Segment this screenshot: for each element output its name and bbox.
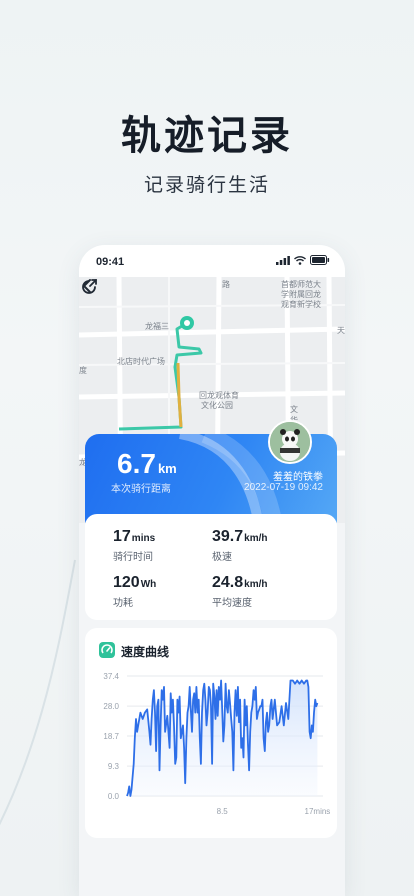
x-tick-label: 17mins (305, 807, 331, 816)
speed-chart-card: 速度曲线 0.0 9.3 18.7 28.0 37.4 8.5 17mins (85, 628, 337, 838)
y-tick-label: 28.0 (103, 702, 119, 711)
speedometer-icon (99, 642, 115, 658)
ride-distance: 6.7 km (117, 448, 177, 480)
wifi-icon (294, 255, 306, 265)
map-label: 文化公园 (201, 401, 233, 410)
avatar[interactable] (268, 420, 312, 464)
stat-unit: Wh (140, 579, 157, 590)
map-label: 观育新学校 (281, 300, 321, 309)
battery-icon (310, 255, 330, 265)
map-label: 度 (79, 366, 87, 375)
y-tick-label: 9.3 (108, 762, 120, 771)
stat-value: 24.8 (212, 574, 244, 591)
status-time: 09:41 (96, 256, 125, 268)
signal-icon (276, 255, 290, 265)
stat-value: 17 (113, 528, 131, 545)
stat-avg-speed: 24.8km/h 平均速度 (212, 574, 267, 609)
user-name: 羞羞的铁拳 (273, 472, 323, 483)
chart-title: 速度曲线 (121, 645, 170, 659)
map-label: 北店时代广场 (117, 357, 165, 366)
phone-mockup: 09:41 路 首都师范大 学附属回龙 观育新学校 龙福三 北店时代广场 度 回… (79, 245, 345, 896)
status-icons (276, 255, 330, 265)
stat-unit: mins (131, 533, 156, 544)
stat-value: 39.7 (212, 528, 244, 545)
stat-label: 骑行时间 (113, 552, 153, 563)
distance-value: 6.7 (117, 448, 156, 479)
stat-energy: 120Wh 功耗 (113, 574, 156, 609)
map-label: 龙福三 (145, 322, 169, 331)
stat-label: 平均速度 (212, 598, 252, 609)
map-label: 路 (222, 280, 230, 289)
map-label: 天 (337, 326, 345, 335)
y-tick-label: 18.7 (103, 732, 119, 741)
ride-datetime: 2022-07-19 09:42 (244, 482, 323, 493)
stat-unit: km/h (244, 533, 268, 544)
distance-label: 本次骑行距离 (111, 484, 171, 495)
y-tick-label: 37.4 (103, 672, 119, 681)
status-bar: 09:41 (79, 245, 345, 277)
distance-unit: km (157, 461, 177, 476)
hero-subtitle: 记录骑行生活 (143, 175, 270, 196)
speed-chart[interactable]: 0.0 9.3 18.7 28.0 37.4 8.5 17mins (85, 668, 337, 833)
share-icon[interactable] (79, 277, 99, 297)
x-tick-label: 8.5 (217, 807, 229, 816)
stat-value: 120 (113, 574, 140, 591)
panda-avatar-icon (270, 422, 310, 462)
map-label: 文 (290, 405, 298, 414)
stat-label: 功耗 (113, 598, 133, 609)
ride-stats-card: 17mins 骑行时间 39.7km/h 极速 120Wh 功耗 24.8km/… (85, 514, 337, 620)
hero-title: 轨迹记录 (121, 114, 293, 158)
y-tick-label: 0.0 (108, 792, 120, 801)
stat-top-speed: 39.7km/h 极速 (212, 528, 267, 563)
stat-label: 极速 (212, 552, 232, 563)
stat-ride-time: 17mins 骑行时间 (113, 528, 155, 563)
stat-unit: km/h (244, 579, 268, 590)
